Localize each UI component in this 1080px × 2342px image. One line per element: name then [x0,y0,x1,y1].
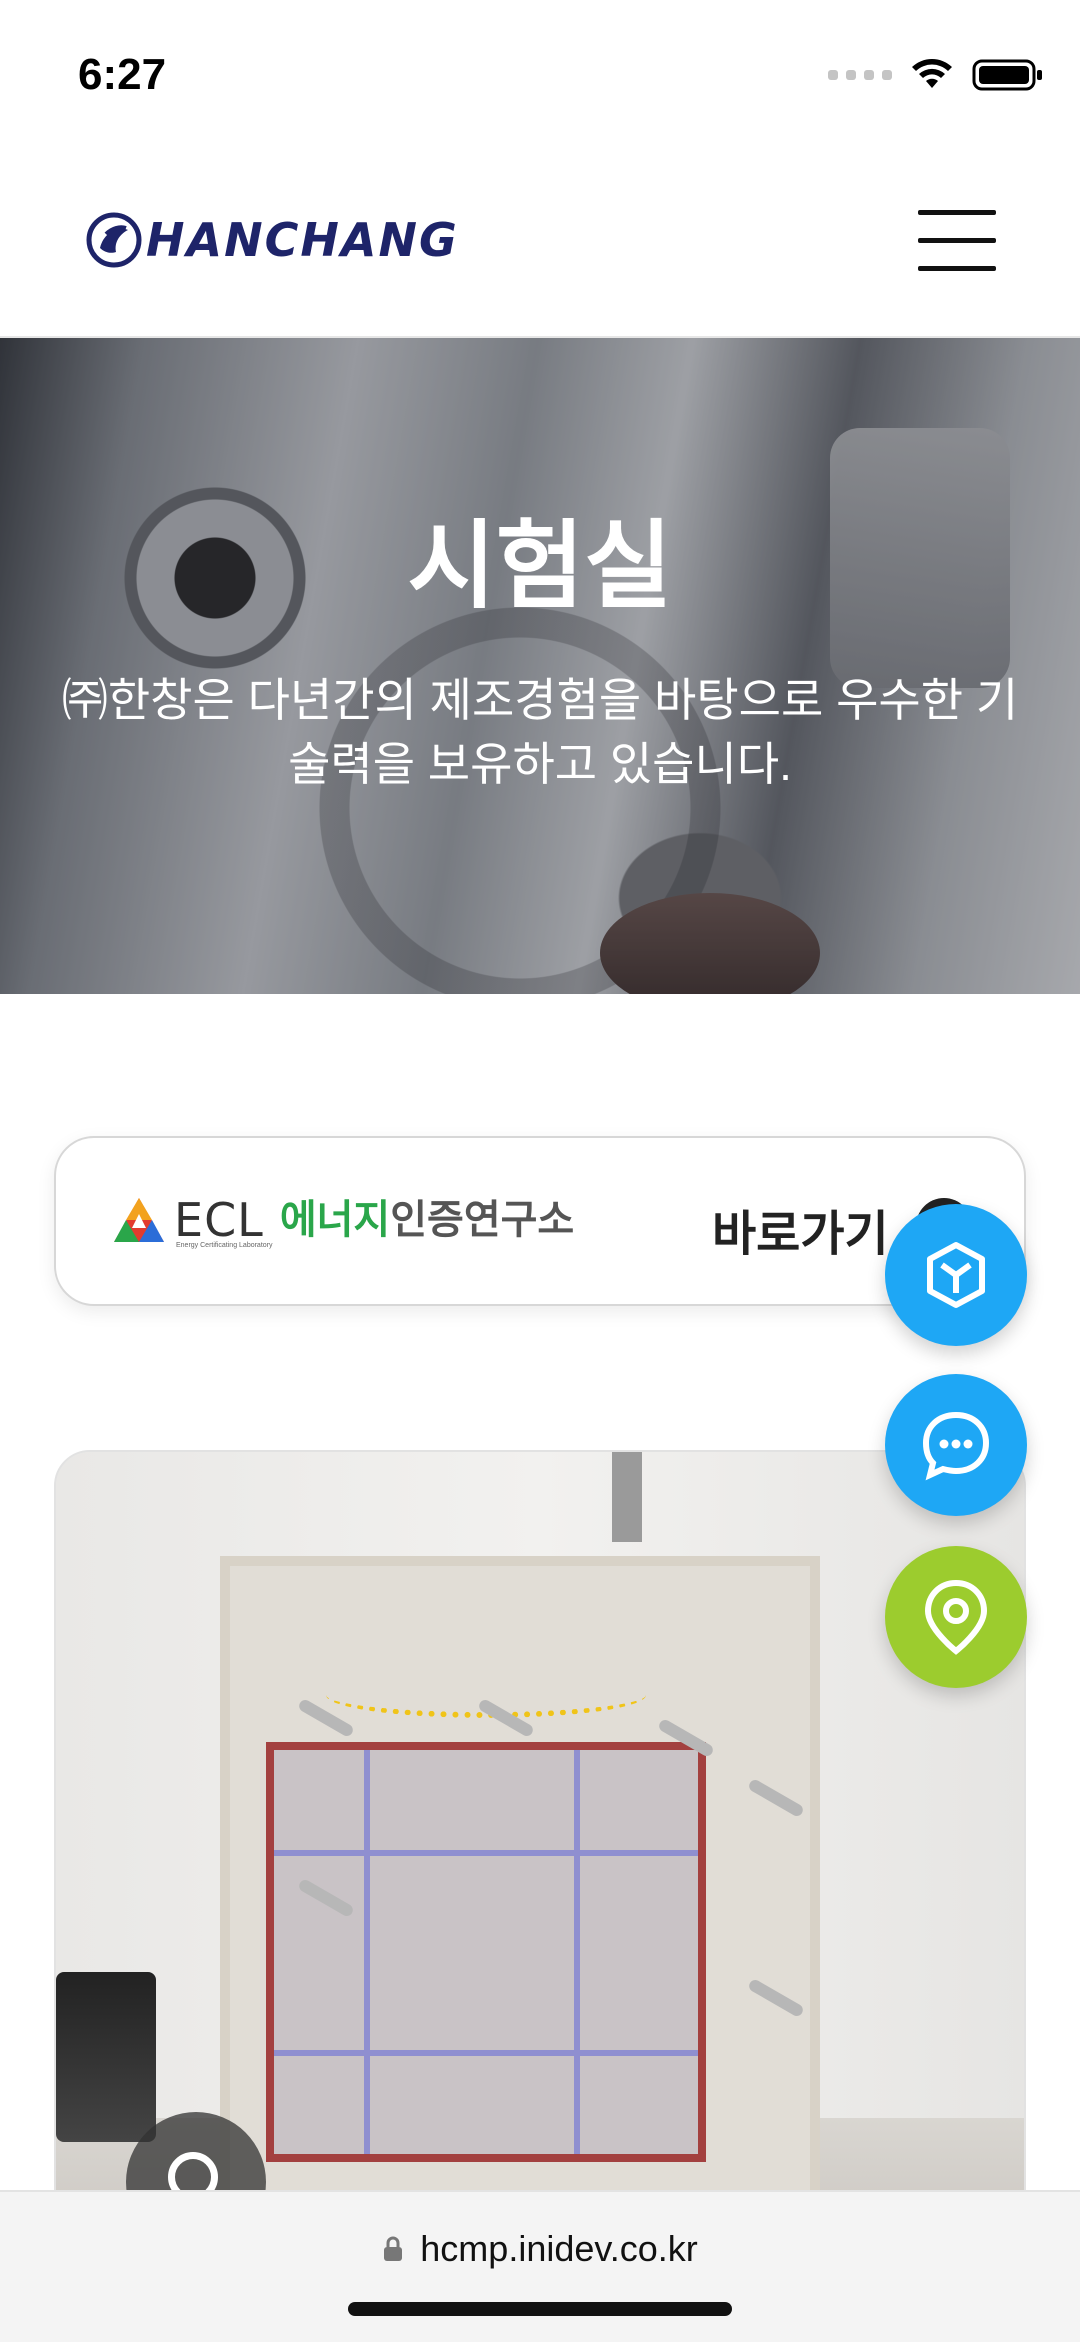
ecl-logo-small-text: Energy Certificating Laboratory [176,1242,273,1249]
test-window-panel [266,1742,706,2162]
logo-text: HANCHANG [146,213,459,267]
ecl-logo-lab: 인증연구소 [390,1198,575,1242]
ecl-link-banner[interactable]: ECL 에너지 인증연구소 Energy Certificating Labor… [54,1136,1026,1306]
status-time: 6:27 [78,50,167,99]
wifi-icon [912,59,952,88]
url-display[interactable]: hcmp.inidev.co.kr [0,2228,1080,2270]
hanchang-logo[interactable]: HANCHANG [86,212,459,268]
ecl-logo: ECL 에너지 인증연구소 [112,1196,574,1244]
ecl-logo-energy: 에너지 [279,1198,391,1242]
chat-icon[interactable] [885,1374,1027,1516]
location-pin-icon[interactable] [885,1546,1027,1688]
hero-machine-disk [600,893,820,994]
ecl-triangle-icon [114,1198,164,1242]
battery-icon [972,59,1042,91]
hanchang-emblem-icon [86,212,142,268]
page-subtitle: ㈜한창은 다년간의 제조경험을 바탕으로 우수한 기술력을 보유하고 있습니다. [61,674,1019,790]
page-title: 시험실 [407,513,673,620]
chair-image [56,1972,156,2142]
ecl-logo-latin: ECL [174,1193,264,1247]
lab-photo-card[interactable] [54,1450,1026,2270]
lock-icon [384,2236,403,2261]
cube-icon[interactable] [885,1204,1027,1346]
hamburger-menu-icon[interactable] [918,210,996,272]
shortcut-link-label[interactable]: 바로가기 [712,1194,889,1264]
browser-address-bar[interactable]: hcmp.inidev.co.kr [0,2190,1080,2342]
hero-banner: 시험실 ㈜한창은 다년간의 제조경험을 바탕으로 우수한 기술력을 보유하고 있… [0,338,1080,994]
url-text: hcmp.inidev.co.kr [420,2228,698,2269]
home-indicator[interactable] [348,2302,732,2316]
status-icons [828,58,1044,92]
status-bar: 6:27 [0,0,1080,150]
signal-dots-icon [828,70,892,80]
site-header: HANCHANG [0,150,1080,338]
